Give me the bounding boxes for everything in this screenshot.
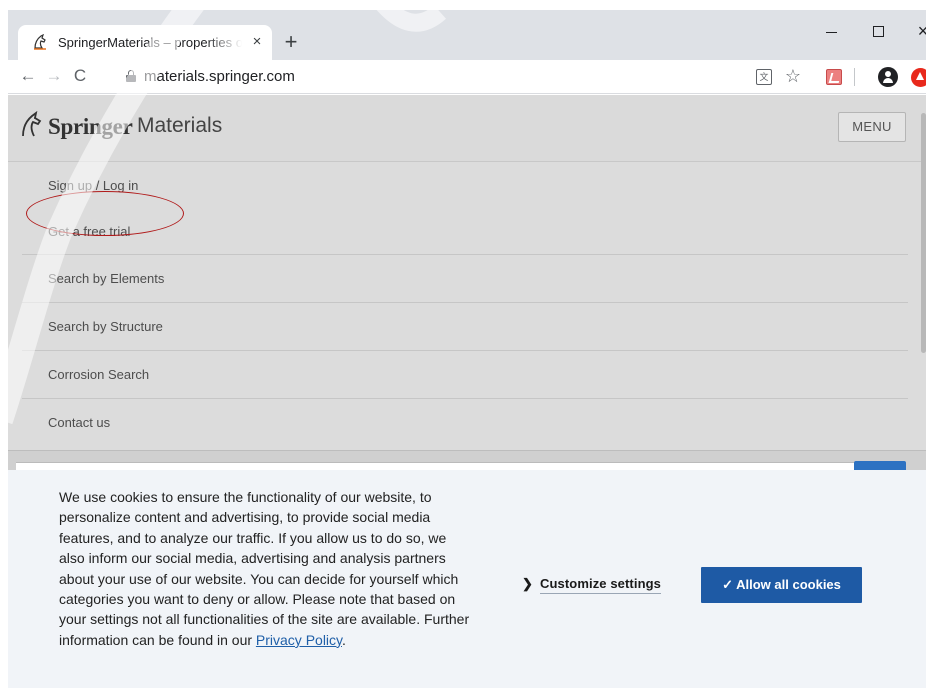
menu-button[interactable]: MENU — [838, 112, 906, 142]
page: SpringerMaterials – properties of materi… — [0, 0, 926, 688]
browser-toolbar: ← → C materials.springer.com 文 ☆ — [8, 60, 926, 94]
back-icon[interactable]: ← — [16, 64, 40, 88]
customize-settings-label: Customize settings — [540, 576, 661, 594]
customize-settings-button[interactable]: ❯ Customize settings — [522, 576, 661, 594]
annotation-circle — [26, 191, 184, 236]
tab-title: SpringerMaterials – properties of materi… — [58, 35, 242, 50]
window-close-icon[interactable]: × — [912, 20, 926, 42]
site-header: Springer Materials MENU — [8, 95, 926, 162]
new-tab-icon[interactable]: + — [279, 31, 303, 55]
springer-horse-logo-icon[interactable] — [18, 111, 44, 141]
extension-icon[interactable] — [911, 68, 926, 87]
tab-close-icon[interactable]: × — [249, 34, 265, 50]
nav-search-by-structure[interactable]: Search by Structure — [22, 303, 908, 351]
springer-horse-icon — [34, 34, 46, 50]
toolbar-divider — [854, 68, 855, 86]
logo-materials[interactable]: Materials — [137, 114, 222, 138]
forward-icon[interactable]: → — [42, 64, 66, 88]
nav-search-by-elements[interactable]: Search by Elements — [22, 255, 908, 303]
browser-tab[interactable]: SpringerMaterials – properties of materi… — [18, 25, 272, 60]
maximize-icon[interactable] — [866, 20, 890, 42]
translate-icon[interactable]: 文 — [756, 69, 772, 85]
cookie-period: . — [342, 631, 346, 648]
address-bar[interactable]: materials.springer.com — [144, 68, 295, 85]
reload-icon[interactable]: C — [68, 64, 92, 88]
minimize-icon[interactable] — [820, 20, 844, 42]
lock-icon[interactable] — [126, 70, 136, 82]
tab-strip: SpringerMaterials – properties of materi… — [8, 10, 926, 60]
logo-springer[interactable]: Springer — [48, 114, 133, 140]
cookie-banner: We use cookies to ensure the functionali… — [8, 470, 926, 688]
cookie-text: We use cookies to ensure the functionali… — [59, 487, 471, 650]
privacy-policy-link[interactable]: Privacy Policy — [256, 632, 342, 648]
scrollbar[interactable] — [921, 113, 926, 353]
acrobat-extension-icon[interactable] — [826, 69, 842, 85]
cookie-body-text: We use cookies to ensure the functionali… — [59, 489, 470, 648]
bookmark-star-icon[interactable]: ☆ — [782, 65, 804, 87]
allow-all-cookies-button[interactable]: ✓ Allow all cookies — [701, 567, 862, 603]
nav-corrosion-search[interactable]: Corrosion Search — [22, 351, 908, 399]
nav-contact-us[interactable]: Contact us — [22, 399, 908, 447]
profile-icon[interactable] — [878, 67, 898, 87]
chevron-right-icon: ❯ — [522, 576, 533, 591]
